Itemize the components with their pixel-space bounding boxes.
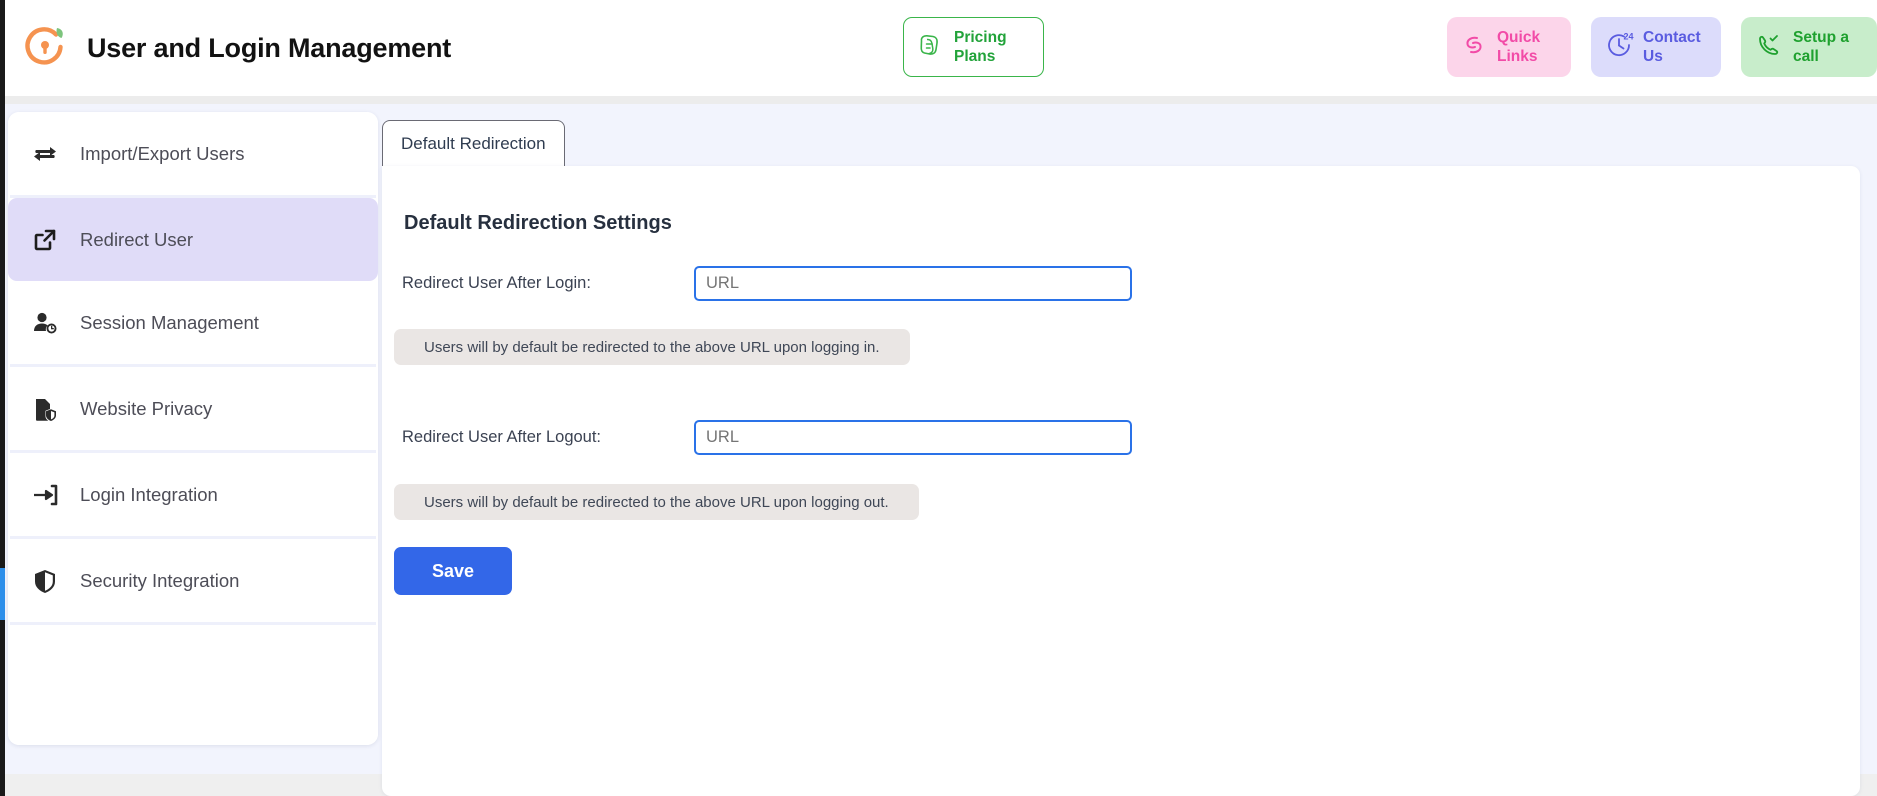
redirect-after-logout-hint: Users will by default be redirected to t… xyxy=(394,484,919,520)
page-scrollbar-thumb[interactable] xyxy=(0,568,5,620)
sidebar-item-label: Security Integration xyxy=(80,569,240,591)
svg-text:24: 24 xyxy=(1624,31,1634,41)
sidebar-item-security-integration[interactable]: Security Integration xyxy=(8,539,378,622)
sidebar-item-redirect-user[interactable]: Redirect User xyxy=(8,198,378,281)
sidebar-item-import-export-users[interactable]: Import/Export Users xyxy=(8,112,378,195)
sidebar-item-label: Redirect User xyxy=(80,228,194,250)
sidebar-item-session-management[interactable]: Session Management xyxy=(8,281,378,364)
contact-us-label: Contact Us xyxy=(1643,28,1701,65)
login-arrow-icon xyxy=(30,480,60,510)
sidebar-item-label: Website Privacy xyxy=(80,397,213,419)
setup-a-call-label: Setup a call xyxy=(1793,28,1849,65)
external-link-icon xyxy=(30,225,60,255)
shield-half-icon xyxy=(30,566,60,596)
page-title: User and Login Management xyxy=(87,32,452,63)
link-chain-icon xyxy=(1458,29,1490,66)
window-left-edge xyxy=(0,0,5,796)
quick-links-button[interactable]: Quick Links xyxy=(1447,17,1571,77)
tab-default-redirection[interactable]: Default Redirection xyxy=(382,120,565,166)
sidebar-item-label: Login Integration xyxy=(80,483,218,505)
sidebar-item-label: Import/Export Users xyxy=(80,142,245,164)
clock-24-support-icon: 24 xyxy=(1602,28,1636,67)
header-action-pills: Quick Links 24 Contact Us Setup a call xyxy=(1447,17,1877,77)
app-header: User and Login Management PricingPlans xyxy=(5,0,1877,96)
phone-check-icon xyxy=(1752,28,1786,67)
redirect-after-logout-label: Redirect User After Logout: xyxy=(402,428,602,446)
file-shield-icon xyxy=(30,394,60,424)
section-title: Default Redirection Settings xyxy=(404,212,672,234)
pricing-plans-button[interactable]: Pricing Plans xyxy=(903,17,1044,77)
user-clock-icon xyxy=(30,308,60,338)
sidebar-item-login-integration[interactable]: Login Integration xyxy=(8,453,378,536)
sidebar-item-label: Session Management xyxy=(80,311,259,333)
redirect-after-login-hint: Users will by default be redirected to t… xyxy=(394,329,910,365)
tab-strip: Default Redirection xyxy=(382,120,1860,166)
redirect-after-logout-row: Redirect User After Logout: xyxy=(394,420,1132,455)
redirect-after-logout-input[interactable] xyxy=(694,420,1132,455)
setup-a-call-button[interactable]: Setup a call xyxy=(1741,17,1877,77)
redirect-after-login-input[interactable] xyxy=(694,266,1132,301)
sidebar-item-website-privacy[interactable]: Website Privacy xyxy=(8,367,378,450)
redirect-after-login-label: Redirect User After Login: xyxy=(402,274,591,292)
redirect-after-login-row: Redirect User After Login: xyxy=(394,266,1132,301)
header-separator-strip xyxy=(5,96,1877,104)
contact-us-button[interactable]: 24 Contact Us xyxy=(1591,17,1721,77)
save-button[interactable]: Save xyxy=(394,547,512,595)
app-viewport: User and Login Management PricingPlans xyxy=(0,0,1877,796)
sidebar-nav: Import/Export Users Redirect User Sessio… xyxy=(8,112,378,745)
app-logo-icon xyxy=(19,22,71,74)
pricing-tags-icon xyxy=(916,30,946,65)
sidebar-empty-area xyxy=(8,625,378,745)
pricing-plans-label: Pricing Plans xyxy=(954,28,1007,65)
quick-links-label: Quick Links xyxy=(1497,28,1541,65)
content-panel: Default Redirection Settings Redirect Us… xyxy=(382,166,1860,796)
brand: User and Login Management xyxy=(19,22,451,74)
two-way-arrows-icon xyxy=(30,139,60,169)
